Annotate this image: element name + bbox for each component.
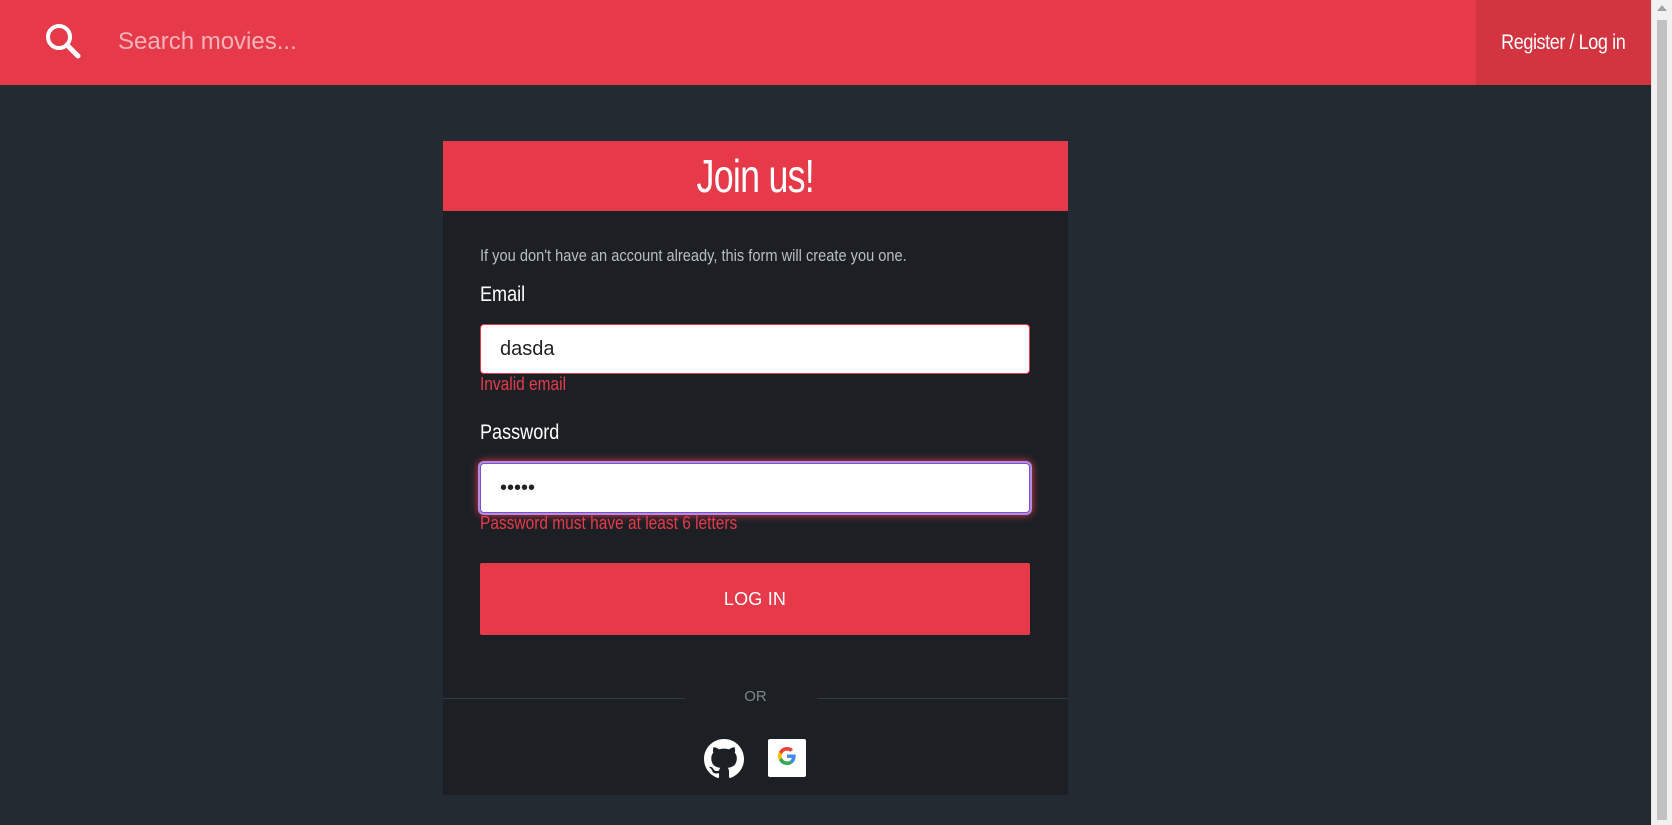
page: Register / Log in Join us! If you don't … xyxy=(0,0,1672,825)
password-field[interactable] xyxy=(480,463,1030,513)
email-error: Invalid email xyxy=(480,374,567,394)
password-error: Password must have at least 6 letters xyxy=(480,513,738,533)
password-label: Password xyxy=(480,421,560,444)
or-divider: OR xyxy=(744,688,767,705)
social-login xyxy=(443,739,1068,779)
register-login-label: Register / Log in xyxy=(1501,30,1626,54)
email-label: Email xyxy=(480,283,526,306)
search-input[interactable] xyxy=(118,20,1018,64)
github-icon[interactable] xyxy=(704,739,744,779)
email-field[interactable] xyxy=(480,324,1030,374)
scroll-thumb[interactable] xyxy=(1657,20,1667,820)
page-title: Join us! xyxy=(696,150,815,202)
scroll-up-arrow-icon[interactable] xyxy=(1657,5,1667,11)
login-button[interactable]: LOG IN xyxy=(480,563,1030,635)
google-icon xyxy=(778,746,796,770)
top-bar: Register / Log in xyxy=(0,0,1651,85)
google-login-button[interactable] xyxy=(768,739,806,777)
register-login-link[interactable]: Register / Log in xyxy=(1476,0,1651,85)
join-card: Join us! If you don't have an account al… xyxy=(443,141,1068,795)
scrollbar[interactable] xyxy=(1651,0,1672,825)
search-icon[interactable] xyxy=(42,20,86,64)
card-header: Join us! xyxy=(443,141,1068,211)
form-intro: If you don't have an account already, th… xyxy=(480,246,907,265)
